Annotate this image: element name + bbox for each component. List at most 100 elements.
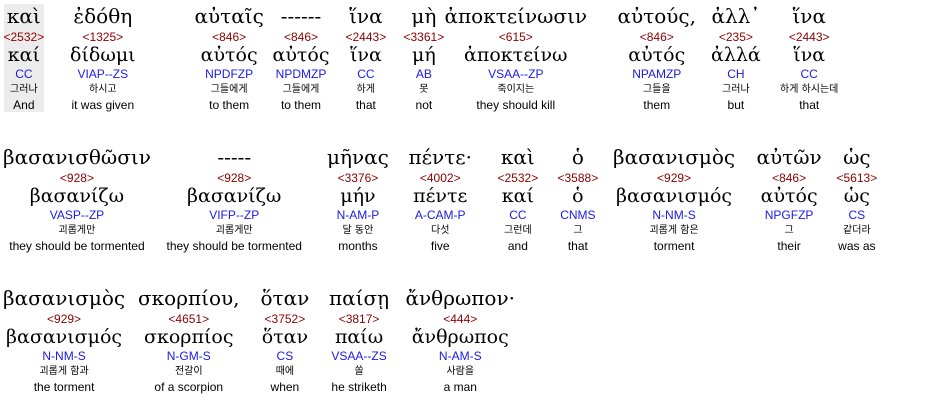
interlinear-word[interactable]: ὅταν <3752> ὅταν CS 때에 when	[261, 286, 310, 394]
interlinear-word[interactable]: παίσῃ <3817> παίω VSAA--ZS 쏠 he striketh	[329, 286, 389, 394]
korean-gloss: 사람을	[446, 366, 475, 377]
english-gloss: them	[643, 98, 671, 112]
lemma: βασανίζω	[29, 185, 125, 207]
morph-code: CH	[727, 67, 745, 81]
english-gloss: it was given	[71, 98, 135, 112]
lemma: μήν	[340, 185, 376, 207]
korean-gloss: 쏠	[354, 366, 364, 377]
strong-number: <3752>	[264, 312, 306, 326]
interlinear-word[interactable]: ἵνα <2443> ἵνα CC 하게 that	[346, 4, 387, 112]
greek-word: -----	[217, 145, 252, 169]
interlinear-word[interactable]: ἵνα <2443> ἵνα CC 하게 하시는데 that	[780, 4, 838, 112]
greek-word: αὐτῶν	[756, 145, 822, 169]
morph-code: VSAA--ZS	[331, 349, 387, 363]
english-gloss: they should be tormented	[9, 239, 145, 253]
strong-number: <846>	[283, 30, 319, 44]
morph-code: CC	[15, 67, 33, 81]
korean-gloss: 그러나	[10, 84, 38, 95]
morph-code: CC	[800, 67, 818, 81]
interlinear-word[interactable]: ------ <846> αὐτός NPDMZP 그들에게 to them	[273, 4, 330, 112]
english-gloss: of a scorpion	[154, 380, 224, 394]
interlinear-word[interactable]: ἄνθρωπον· <444> ἄνθρωπος N-AM-S 사람을 a man	[406, 286, 515, 394]
morph-code: A-CAM-P	[414, 208, 466, 222]
interlinear-word[interactable]: ὡς <5613> ὡς CS 같더라 was as	[837, 145, 878, 253]
greek-word: πέντε·	[408, 145, 472, 169]
lemma: αὐτός	[272, 44, 330, 66]
interlinear-word[interactable]: ἐδόθη <1325> δίδωμι VIAP--ZS 하시고 it was given	[70, 4, 136, 112]
strong-number: <929>	[657, 171, 692, 185]
interlinear-word[interactable]: ----- <928> βασανίζω VIFP--ZP 괴롭게만 they shoul…	[167, 145, 302, 253]
lemma: πέντε	[413, 185, 468, 207]
lemma: ἀποκτείνω	[464, 44, 568, 66]
morph-code: NPDMZP	[275, 67, 327, 81]
interlinear-word[interactable]: ὁ <3588> ὁ CNMS 그 that	[558, 145, 599, 253]
strong-number: <846>	[772, 171, 807, 185]
english-gloss: that	[799, 98, 820, 112]
lemma: δίδωμι	[70, 44, 136, 66]
greek-word: καὶ	[500, 145, 535, 169]
korean-gloss: 같더라	[843, 225, 871, 236]
greek-word: ἵνα	[349, 4, 383, 28]
lemma: αὐτός	[760, 185, 818, 207]
greek-word: ὡς	[843, 145, 871, 169]
greek-word: ἀλλ᾽	[711, 4, 761, 28]
strong-number: <615>	[498, 30, 533, 44]
strong-number: <846>	[212, 30, 247, 44]
interlinear-word[interactable]: βασανισμὸς <929> βασανισμός N-NM-S 괴롭게 함은 tor…	[613, 145, 735, 253]
morph-code: CNMS	[560, 208, 596, 222]
greek-word: αὐταῖς	[194, 4, 264, 28]
greek-word: ὁ	[571, 145, 584, 169]
interlinear-word[interactable]: ἀποκτείνωσιν <615> ἀποκτείνω VSAA--ZP 죽이지는 th…	[445, 4, 588, 112]
interlinear-verse: καὶ <2532> καί CC 그러나 And ἐδόθη <1325> δίδωμι VIA…	[0, 0, 934, 413]
greek-word: αὐτούς,	[617, 4, 697, 28]
interlinear-word[interactable]: σκορπίου, <4651> σκορπίος N-GM-S 전갈이 of a sco…	[138, 286, 240, 394]
interlinear-word[interactable]: μὴ <3361> μή AB 못 not	[404, 4, 445, 112]
korean-gloss: 그	[573, 225, 583, 236]
english-gloss: they should be tormented	[166, 239, 302, 253]
english-gloss: but	[727, 98, 745, 112]
greek-word: σκορπίου,	[138, 286, 240, 310]
english-gloss: five	[430, 239, 450, 253]
korean-gloss: 못	[419, 84, 429, 95]
interlinear-word[interactable]: πέντε· <4002> πέντε A-CAM-P 다섯 five	[409, 145, 472, 253]
korean-gloss: 그들에게	[282, 84, 320, 95]
korean-gloss: 그들을	[642, 84, 671, 95]
morph-code: N-NM-S	[42, 349, 86, 363]
strong-number: <928>	[59, 171, 94, 185]
strong-number: <3361>	[403, 30, 445, 44]
english-gloss: and	[507, 239, 528, 253]
interlinear-word[interactable]: καὶ <2532> καί CC 그런데 and	[498, 145, 539, 253]
strong-number: <444>	[443, 312, 478, 326]
morph-code: NPAMZP	[632, 67, 682, 81]
greek-word: ὅταν	[260, 286, 310, 310]
korean-gloss: 그	[784, 225, 794, 236]
greek-word: μῆνας	[327, 145, 389, 169]
interlinear-word[interactable]: βασανισθῶσιν <928> βασανίζω VASP--ZP 괴롭게만 the…	[3, 145, 151, 253]
interlinear-word[interactable]: μῆνας <3376> μήν N-AM-P 달 동안 months	[327, 145, 389, 253]
lemma: ὡς	[843, 185, 870, 207]
lemma: αὐτός	[628, 44, 686, 66]
korean-gloss: 때에	[275, 366, 295, 377]
interlinear-word[interactable]: αὐτῶν <846> αὐτός NPGFZP 그 their	[757, 145, 822, 253]
interlinear-word[interactable]: καὶ <2532> καί CC 그러나 And	[3, 4, 45, 112]
lemma: ἄνθρωπος	[411, 326, 509, 348]
english-gloss: was as	[838, 239, 876, 253]
lemma: ὅταν	[261, 326, 309, 348]
greek-word: ἵνα	[792, 4, 826, 28]
interlinear-word[interactable]: αὐταῖς <846> αὐτός NPDFZP 그들에게 to them	[195, 4, 264, 112]
english-gloss: they should kill	[476, 98, 556, 112]
korean-gloss: 전갈이	[174, 366, 203, 377]
english-gloss: the torment	[33, 380, 95, 394]
english-gloss: to them	[280, 98, 321, 112]
morph-code: N-NM-S	[652, 208, 696, 222]
strong-number: <2443>	[788, 30, 830, 44]
lemma: καί	[7, 44, 40, 66]
greek-word: βασανισμὸς	[3, 286, 126, 310]
strong-number: <929>	[47, 312, 82, 326]
korean-gloss: 괴롭게만	[58, 225, 96, 236]
english-gloss: when	[270, 380, 300, 394]
interlinear-word[interactable]: βασανισμὸς <929> βασανισμός N-NM-S 괴롭게 함과 the…	[3, 286, 125, 394]
strong-number: <1325>	[82, 30, 124, 44]
interlinear-word[interactable]: αὐτούς, <846> αὐτός NPAMZP 그들을 them	[618, 4, 697, 112]
interlinear-word[interactable]: ἀλλ᾽ <235> ἀλλά CH 그러나 but	[711, 4, 761, 112]
